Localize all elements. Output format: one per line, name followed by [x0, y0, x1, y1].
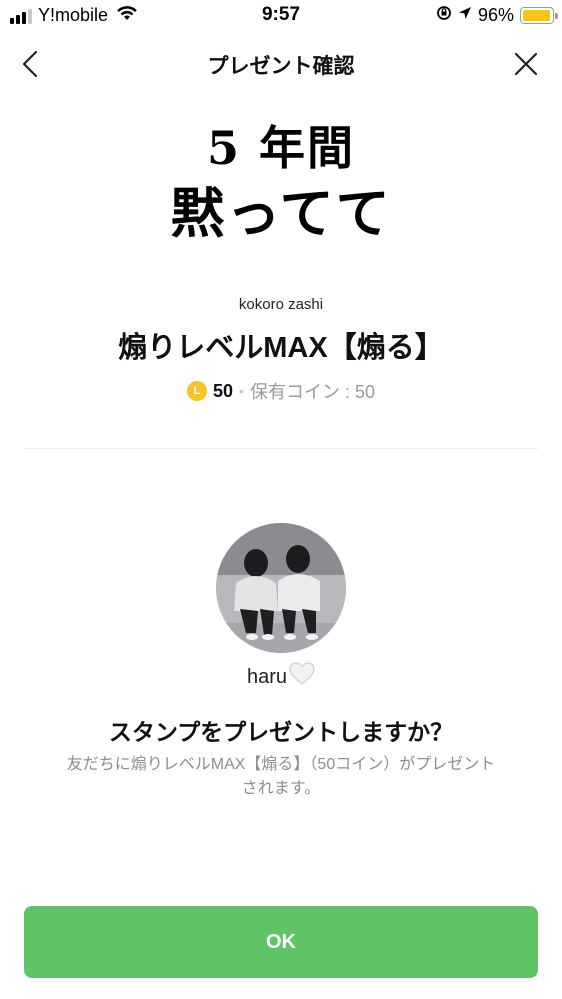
page-title: プレゼント確認: [207, 55, 355, 78]
orientation-lock-icon: [436, 5, 452, 26]
price-row: L 50 • 保有コイン : 50: [0, 378, 562, 404]
status-right: 96%: [436, 5, 558, 26]
battery-fill: [523, 10, 550, 21]
close-icon: [514, 52, 538, 76]
sticker-name: 煽りレベルMAX【煽る】: [118, 332, 444, 364]
battery-percent: 96%: [477, 5, 514, 25]
recipient-name-row: haru: [0, 662, 562, 692]
status-bar: Y!mobile 9:57 96%: [0, 0, 562, 32]
price: 50: [213, 380, 234, 401]
sticker-author: kokoro zashi: [238, 296, 324, 313]
sticker-preview: 5 年間 黙ってて: [0, 118, 562, 248]
battery-icon: [520, 7, 558, 24]
sticker-text-line2: 黙ってて: [170, 181, 392, 245]
divider: [24, 448, 538, 449]
recipient-name: haru: [246, 665, 288, 688]
ok-button[interactable]: OK: [24, 906, 538, 978]
location-arrow-icon: [458, 6, 472, 25]
confirm-description: 友だちに煽りレベルMAX【煽る】（50コイン）がプレゼントされます。: [66, 756, 496, 797]
coin-icon: L: [187, 381, 208, 401]
confirm-question: スタンプをプレゼントしますか？: [108, 719, 454, 745]
sticker-text-line1: 5 年間: [206, 121, 356, 175]
avatar: [216, 523, 346, 653]
owned-coins: 保有コイン : 50: [249, 382, 375, 402]
white-heart-icon: [289, 662, 315, 692]
screen: Y!mobile 9:57 96% プレゼント確認 5 年間 黙ってて koko…: [0, 0, 562, 999]
nav-bar: プレゼント確認: [0, 38, 562, 90]
close-button[interactable]: [510, 48, 542, 80]
separator-dot: •: [239, 383, 244, 399]
